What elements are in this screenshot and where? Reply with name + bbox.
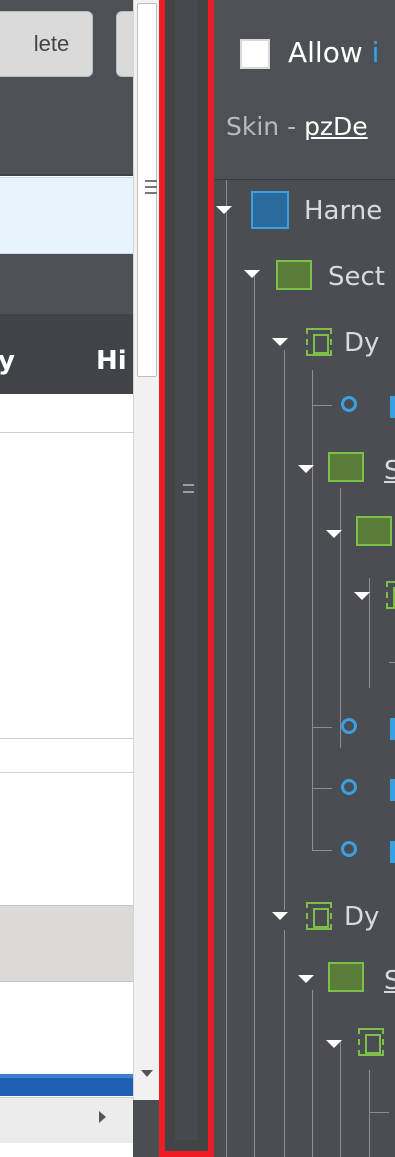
tree-node-label[interactable]: Dy: [344, 902, 379, 932]
delete-button[interactable]: lete: [0, 11, 93, 77]
splitter-grip-icon[interactable]: [183, 484, 194, 493]
tree-node-label[interactable]: Harne: [304, 196, 382, 226]
tree-line: [284, 930, 285, 1157]
tree-line: [312, 850, 332, 851]
right-header: Allow i Skin - pzDe: [214, 0, 395, 179]
selection-strip[interactable]: [0, 1078, 133, 1096]
skin-label-text: Skin -: [226, 112, 305, 141]
field-circle-icon: [341, 779, 357, 795]
field-circle-icon: [341, 396, 357, 412]
gray-panel: [0, 905, 133, 982]
tree-line: [369, 1070, 370, 1157]
selected-row[interactable]: [0, 177, 133, 254]
collapse-toggle[interactable]: [326, 530, 342, 538]
tree-line: [340, 1040, 341, 1157]
tree-line: [369, 1112, 389, 1113]
allow-label-highlight: i: [371, 36, 380, 69]
allow-checkbox[interactable]: [240, 39, 270, 69]
tree-line: [226, 180, 227, 1157]
collapse-toggle[interactable]: [326, 1040, 342, 1048]
dynamic-layout-icon: [358, 1028, 384, 1056]
tree-line: [312, 990, 313, 1157]
tree-node-label-stub[interactable]: [390, 779, 395, 801]
tree-line: [312, 727, 332, 728]
collapse-toggle[interactable]: [272, 338, 288, 346]
dynamic-layout-icon: [386, 581, 395, 609]
dynamic-layout-icon: [306, 328, 332, 356]
tree-node-label-stub[interactable]: [390, 396, 395, 418]
divider: [0, 772, 133, 773]
skin-label: Skin - pzDe: [226, 112, 368, 141]
toolbar-button-2[interactable]: [116, 11, 133, 77]
section-icon: [328, 452, 364, 482]
tree-line: [312, 370, 313, 850]
vertical-scrollbar[interactable]: [133, 0, 159, 1100]
section-icon: [328, 962, 364, 992]
collapse-toggle[interactable]: [298, 975, 314, 983]
pane-splitter[interactable]: [159, 0, 214, 1157]
tree-node-label[interactable]: Dy: [344, 328, 379, 358]
collapse-toggle[interactable]: [272, 912, 288, 920]
divider: [214, 179, 395, 180]
tab-partial-2[interactable]: Hi: [96, 346, 127, 376]
tree-node-label[interactable]: S: [384, 456, 395, 486]
tab-partial-1[interactable]: y: [0, 346, 15, 376]
collapse-toggle[interactable]: [354, 592, 370, 600]
tree-line: [312, 788, 332, 789]
field-circle-icon: [341, 718, 357, 734]
scroll-down-arrow-icon[interactable]: [141, 1070, 153, 1077]
allow-checkbox-label[interactable]: Allow i: [288, 36, 379, 69]
tree-node-label[interactable]: Sect: [328, 262, 385, 292]
collapse-toggle[interactable]: [216, 206, 232, 214]
section-icon: [276, 260, 312, 290]
allow-label-text: Allow: [288, 36, 372, 69]
horizontal-scrollbar[interactable]: [0, 1097, 133, 1143]
tree-node-label-stub[interactable]: [390, 841, 395, 863]
splitter-bar[interactable]: [175, 0, 198, 1140]
divider: [0, 174, 133, 176]
skin-link[interactable]: pzDe: [304, 112, 368, 141]
collapse-toggle[interactable]: [244, 270, 260, 278]
divider: [0, 738, 133, 739]
tree-line: [389, 662, 395, 663]
dynamic-layout-icon: [306, 902, 332, 930]
field-circle-icon: [341, 841, 357, 857]
left-pane: lete y Hi: [0, 0, 133, 1157]
right-pane: Allow i Skin - pzDe Harne Sect Dy S Dy S: [214, 0, 395, 1157]
tree-line: [312, 405, 332, 406]
scroll-right-arrow-icon[interactable]: [99, 1111, 106, 1123]
divider: [0, 432, 133, 433]
tree-line: [340, 488, 341, 748]
tree-line: [284, 350, 285, 910]
harness-icon: [251, 191, 289, 229]
collapse-toggle[interactable]: [298, 465, 314, 473]
left-toolbar: lete: [0, 0, 133, 176]
tree-node-label[interactable]: S: [384, 966, 395, 996]
tree-node-label-stub[interactable]: [390, 718, 395, 740]
section-icon: [356, 516, 392, 546]
tree-line: [254, 270, 255, 1157]
grip-icon: [145, 180, 157, 194]
